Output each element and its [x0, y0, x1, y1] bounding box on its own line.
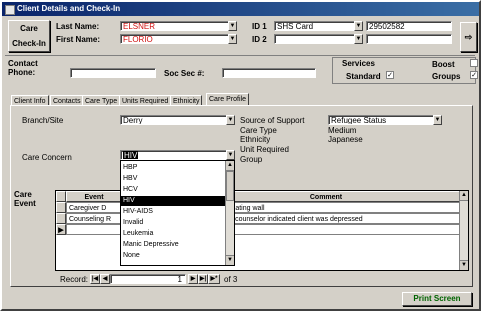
source-support-dropdown[interactable]: ▼	[433, 115, 442, 125]
care-concern-option[interactable]: HBP	[121, 163, 225, 173]
list-scrollbar[interactable]: ▲ ▼	[225, 161, 234, 265]
row-selector[interactable]	[56, 213, 66, 224]
care-check-in-button[interactable]: Care Check-In	[8, 20, 50, 52]
care-concern-list[interactable]: HBP HBV HCV HIV HIV-AIDS Invalid Leukemi…	[120, 160, 235, 266]
new-record-icon[interactable]: ▶*	[208, 274, 220, 284]
standard-label: Standard	[346, 72, 381, 81]
id2-type-field[interactable]	[274, 34, 362, 44]
tab-contacts-label: Contacts	[53, 98, 81, 105]
first-record-icon[interactable]: |◀	[90, 274, 100, 284]
services-label: Services	[342, 59, 375, 68]
source-support-label: Source of Support	[240, 116, 305, 125]
list-scroll-thumb[interactable]	[226, 171, 234, 201]
care-concern-option[interactable]: Leukemia	[121, 229, 225, 239]
scroll-up-icon[interactable]: ▲	[460, 191, 468, 201]
first-name-label: First Name:	[56, 35, 101, 44]
care-concern-option[interactable]: None	[121, 251, 225, 261]
id2-label: ID 2	[252, 35, 267, 44]
client-details-window: Client Details and Check-In Care Check-I…	[0, 0, 481, 311]
tab-units-required-label: Units Required	[122, 98, 169, 105]
groups-checkbox[interactable]: ✓	[470, 71, 478, 79]
care-concern-dropdown[interactable]: ▼	[226, 150, 235, 160]
window-title: Client Details and Check-In	[17, 4, 121, 13]
boost-checkbox[interactable]	[470, 59, 478, 67]
ethnicity-label: Ethnicity	[240, 135, 271, 144]
id1-number-field[interactable]: 29502582	[366, 21, 452, 31]
id2-number-field[interactable]	[366, 34, 452, 44]
event-column-header: Event	[66, 191, 122, 202]
care-concern-option[interactable]: HBV	[121, 174, 225, 184]
last-record-icon[interactable]: ▶|	[198, 274, 208, 284]
id1-type-dropdown[interactable]: ▼	[354, 21, 363, 31]
care-concern-option[interactable]: Manic Depressive	[121, 240, 225, 250]
first-name-field[interactable]: FLORIO	[120, 34, 236, 44]
care-concern-option[interactable]: HIV-AIDS	[121, 207, 225, 217]
branch-dropdown[interactable]: ▼	[226, 115, 235, 125]
record-count: of 3	[224, 275, 238, 284]
id2-type-dropdown[interactable]: ▼	[354, 34, 363, 44]
event-cell-new[interactable]	[66, 224, 122, 235]
row-selector[interactable]	[56, 202, 66, 213]
list-scroll-down-icon[interactable]: ▼	[226, 255, 234, 265]
ethnicity-value: Japanese	[328, 135, 363, 144]
care-concern-value: HIV	[123, 151, 139, 160]
boost-label: Boost	[432, 60, 455, 69]
scroll-down-icon[interactable]: ▼	[460, 260, 468, 270]
list-scroll-up-icon[interactable]: ▲	[226, 161, 234, 171]
tab-care-profile-label: Care Profile	[209, 96, 246, 103]
standard-checkbox[interactable]: ✓	[386, 71, 394, 79]
group-label: Group	[240, 155, 263, 164]
source-support-field[interactable]: Refugee Status	[328, 115, 442, 125]
new-record-selector-icon[interactable]: ▶	[56, 224, 66, 235]
app-icon	[5, 5, 15, 15]
tab-ethnicity-label: Ethnicity	[173, 98, 200, 105]
soc-sec-field[interactable]	[222, 68, 316, 78]
print-screen-label: Print Screen	[413, 294, 461, 303]
row-selector-header	[56, 191, 66, 202]
branch-label: Branch/Site	[22, 116, 64, 125]
care-type-value: Medium	[328, 126, 357, 135]
exit-door-icon[interactable]: ⇨	[460, 22, 477, 52]
contact-phone-label: Contact Phone:	[8, 59, 38, 77]
contact-phone-field[interactable]	[70, 68, 156, 78]
care-concern-field[interactable]: HIV	[120, 150, 235, 160]
care-event-grid: Event Comment Caregiver D Visits non-bea…	[55, 190, 469, 271]
last-name-field[interactable]: ELSNER	[120, 21, 236, 31]
last-name-dropdown[interactable]: ▼	[228, 21, 237, 31]
soc-sec-label: Soc Sec #:	[164, 69, 205, 78]
care-concern-label: Care Concern	[22, 153, 72, 162]
last-name-label: Last Name:	[56, 22, 100, 31]
care-check-in-label: Care Check-In	[12, 24, 46, 48]
header-divider	[5, 55, 475, 56]
tab-client-info-label: Client Info	[14, 98, 46, 105]
care-concern-option[interactable]: Invalid	[121, 218, 225, 228]
unit-required-label: Unit Required	[240, 145, 289, 154]
tab-care-type-label: Care Type	[85, 98, 118, 105]
event-cell[interactable]: Counseling R	[66, 213, 122, 224]
id1-type-field[interactable]: SHS Card	[274, 21, 362, 31]
previous-record-icon[interactable]: ◀	[100, 274, 110, 284]
care-type-label: Care Type	[240, 126, 277, 135]
care-concern-option[interactable]: HCV	[121, 185, 225, 195]
care-event-label: Care Event	[14, 190, 36, 208]
care-concern-option-selected[interactable]: HIV	[121, 196, 225, 206]
next-record-icon[interactable]: ▶	[188, 274, 198, 284]
groups-label: Groups	[432, 72, 461, 81]
id1-label: ID 1	[252, 22, 267, 31]
event-cell[interactable]: Caregiver D	[66, 202, 122, 213]
title-bar: Client Details and Check-In	[2, 2, 479, 16]
record-number-field[interactable]: 1	[110, 274, 186, 284]
grid-scrollbar[interactable]: ▲ ▼	[459, 191, 468, 270]
record-label: Record:	[60, 275, 89, 284]
print-screen-button[interactable]: Print Screen	[402, 292, 472, 306]
first-name-dropdown[interactable]: ▼	[228, 34, 237, 44]
branch-field[interactable]: Derry	[120, 115, 235, 125]
